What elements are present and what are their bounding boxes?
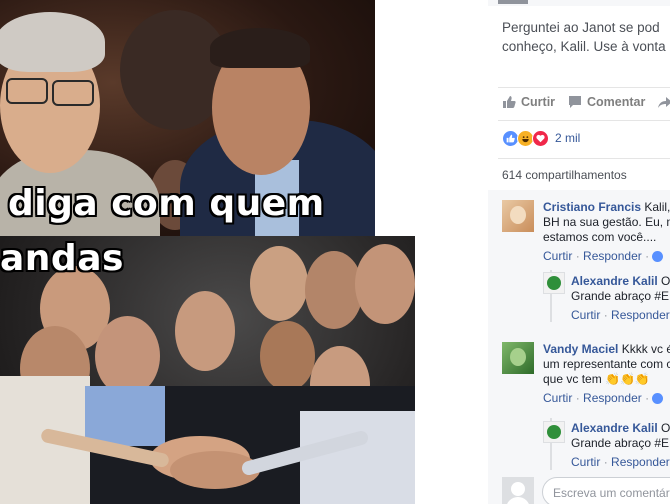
avatar[interactable] (502, 200, 534, 232)
glasses-lens (52, 80, 94, 106)
post-text-line2: conheço, Kalil. Use à vonta (502, 39, 666, 54)
avatar-face (510, 206, 526, 224)
avatar[interactable] (502, 342, 534, 374)
default-avatar-head (511, 482, 525, 496)
shares-count[interactable]: 614 compartilhamentos (502, 168, 627, 182)
post-text-line1: Perguntei ao Janot se pod (502, 20, 660, 35)
reply-like-link[interactable]: Curtir (571, 308, 600, 322)
reply-author[interactable]: Alexandre Kalil (571, 421, 658, 435)
person-face (95, 316, 160, 396)
comment-text: BH na sua gestão. Eu, n (543, 215, 670, 229)
reply-text: Grande abraço #E (571, 289, 670, 303)
meme-caption-line1: diga com quem (8, 183, 325, 224)
person-face (260, 321, 315, 391)
person-hair (210, 28, 310, 68)
comment-like-link[interactable]: Curtir (543, 391, 572, 405)
comment-author[interactable]: Cristiano Francis (543, 200, 641, 214)
meme-caption-line2: andas (0, 238, 124, 279)
person-face (305, 251, 363, 329)
comment-text: Kkkk vc é (621, 342, 670, 356)
love-icon (532, 129, 549, 147)
comment-like-link[interactable]: Curtir (543, 249, 572, 263)
header-fragment (498, 0, 528, 4)
thumbs-up-icon (503, 96, 516, 108)
comment-input[interactable]: Escreva um comentário (542, 477, 670, 504)
divider (498, 158, 670, 159)
reply: Alexandre Kalil O Grande abraço #E Curti… (571, 274, 670, 322)
reply-reply-link[interactable]: Responder (611, 455, 670, 469)
comment-text: um representante com c (543, 357, 670, 371)
comment-text: Kalil, (644, 200, 670, 214)
reply-reply-link[interactable]: Responder (611, 308, 670, 322)
person-face (355, 244, 415, 324)
comment-text: que vc tem (543, 372, 602, 386)
like-button[interactable]: Curtir (502, 95, 555, 109)
comment-icon (569, 96, 581, 108)
comment-reply-link[interactable]: Responder (583, 249, 642, 263)
comment: Vandy Maciel Kkkk vc é um representante … (543, 342, 670, 406)
reply-author[interactable]: Alexandre Kalil (571, 274, 658, 288)
post-actions: Curtir Comentar (502, 95, 670, 113)
avatar-face (510, 348, 526, 366)
like-icon (652, 393, 664, 405)
share-button[interactable] (658, 95, 670, 109)
avatar[interactable] (543, 421, 565, 443)
reply-like-link[interactable]: Curtir (571, 455, 600, 469)
avatar[interactable] (543, 272, 565, 294)
like-label: Curtir (521, 95, 556, 109)
person-hair (0, 12, 105, 72)
person-face (175, 291, 235, 371)
clap-icon: 👏👏👏 (605, 372, 650, 386)
divider (498, 120, 670, 121)
comment-text: estamos com você.... (543, 230, 657, 244)
comment-author[interactable]: Vandy Maciel (543, 342, 618, 356)
reply-text: Grande abraço #E (571, 436, 670, 450)
reply-text: O (661, 421, 670, 435)
comment: Cristiano Francis Kalil, BH na sua gestã… (543, 200, 670, 264)
header-strip (488, 0, 670, 6)
avatar-face (547, 425, 561, 439)
post-sidebar: Perguntei ao Janot se pod conheço, Kalil… (488, 0, 670, 504)
person-shirt (85, 386, 165, 446)
avatar (502, 477, 534, 504)
avatar-face (547, 276, 561, 290)
reactions-summary[interactable]: 2 mil (502, 129, 580, 147)
reply: Alexandre Kalil O Grande abraço #E Curti… (571, 421, 670, 469)
default-avatar-body (506, 497, 530, 504)
person-face (250, 246, 308, 321)
share-icon (658, 97, 670, 108)
like-icon (652, 251, 664, 263)
post-image[interactable]: diga com quem andas (0, 0, 488, 504)
divider (498, 87, 670, 88)
person-shirt (300, 411, 415, 504)
comment-reply-link[interactable]: Responder (583, 391, 642, 405)
reply-text: O (661, 274, 670, 288)
post-text: Perguntei ao Janot se pod conheço, Kalil… (502, 18, 670, 56)
comment-label: Comentar (587, 95, 646, 109)
comment-button[interactable]: Comentar (568, 95, 645, 109)
reaction-count[interactable]: 2 mil (555, 131, 580, 145)
glasses-lens (6, 78, 48, 104)
